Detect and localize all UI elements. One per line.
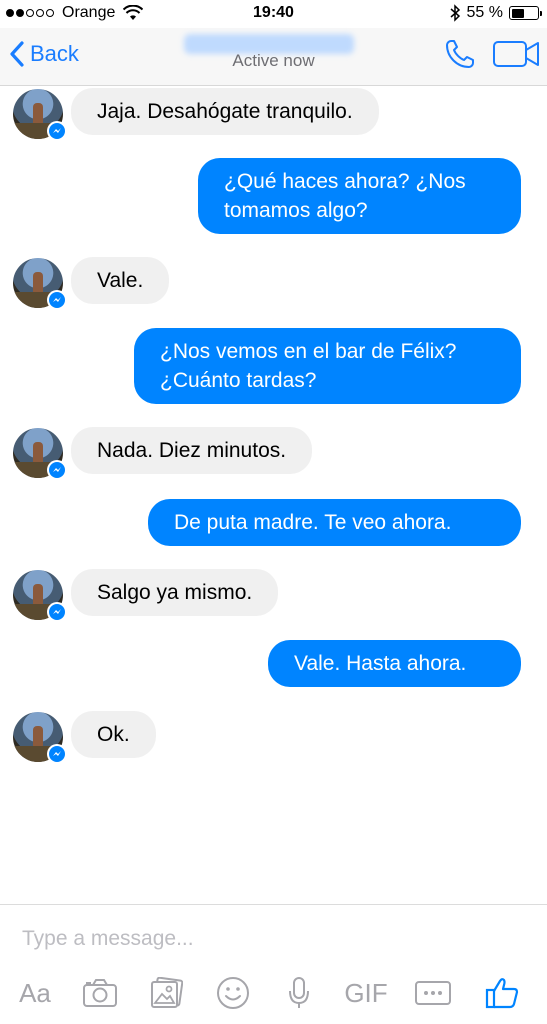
contact-avatar[interactable] xyxy=(13,89,67,141)
photo-gallery-icon xyxy=(151,977,183,1008)
video-camera-icon[interactable] xyxy=(492,38,540,70)
battery-percentage: 55 % xyxy=(466,4,503,21)
incoming-message[interactable]: Nada. Diez minutos. xyxy=(71,427,313,474)
signal-strength-icon xyxy=(6,9,54,17)
photo-gallery-button[interactable] xyxy=(148,973,184,1013)
composer: Aa xyxy=(0,904,547,1024)
incoming-message[interactable]: Jaja. Desahógate tranquilo. xyxy=(71,88,379,135)
contact-avatar[interactable] xyxy=(13,570,67,622)
battery-level xyxy=(511,8,524,18)
message-line: ¿Cuánto tardas? xyxy=(160,369,317,392)
gif-button[interactable]: GIF xyxy=(342,973,390,1013)
messenger-badge-icon xyxy=(47,121,67,141)
bluetooth-icon xyxy=(450,4,460,22)
microphone-icon xyxy=(289,977,309,1008)
emoji-button[interactable] xyxy=(215,973,251,1013)
messenger-badge-icon xyxy=(47,602,67,622)
thumbs-up-icon xyxy=(485,978,519,1009)
wifi-icon xyxy=(123,5,144,20)
message-list[interactable]: Jaja. Desahógate tranquilo. ¿Qué haces a… xyxy=(0,86,547,904)
conversation-header: Back Active now xyxy=(0,28,547,86)
carrier-label: Orange xyxy=(62,4,116,21)
status-right: 55 % xyxy=(449,4,542,22)
back-label: Back xyxy=(30,41,79,66)
messenger-badge-icon xyxy=(47,744,67,764)
like-button[interactable] xyxy=(482,973,522,1013)
outgoing-message[interactable]: Vale. Hasta ahora. xyxy=(268,640,521,687)
back-chevron-icon xyxy=(10,41,24,67)
phone-icon[interactable] xyxy=(444,38,476,70)
back-button[interactable]: Back xyxy=(8,40,79,68)
camera-icon xyxy=(83,979,117,1007)
text-style-label: Aa xyxy=(19,977,51,1008)
contact-avatar[interactable] xyxy=(13,258,67,310)
message-input[interactable] xyxy=(22,921,522,957)
incoming-message[interactable]: Ok. xyxy=(71,711,156,758)
status-left: Orange xyxy=(6,4,144,22)
battery-icon xyxy=(509,6,542,20)
incoming-message[interactable]: Vale. xyxy=(71,257,170,304)
message-line: tomamos algo? xyxy=(224,199,368,222)
camera-button[interactable] xyxy=(80,973,120,1013)
contact-avatar[interactable] xyxy=(13,712,67,764)
contact-avatar[interactable] xyxy=(13,428,67,480)
outgoing-message[interactable]: ¿Nos vemos en el bar de Félix? ¿Cuánto t… xyxy=(134,328,521,404)
outgoing-message[interactable]: De puta madre. Te veo ahora. xyxy=(148,499,521,546)
status-bar: Orange 19:40 55 % xyxy=(0,0,547,28)
messenger-badge-icon xyxy=(47,460,67,480)
microphone-button[interactable] xyxy=(284,973,314,1013)
message-line: ¿Qué haces ahora? ¿Nos xyxy=(224,170,466,193)
composer-toolbar: Aa GIF xyxy=(0,969,547,1017)
contact-name-blurred[interactable] xyxy=(184,34,354,54)
text-style-button[interactable]: Aa xyxy=(14,973,56,1013)
emoji-icon xyxy=(217,977,249,1009)
outgoing-message[interactable]: ¿Qué haces ahora? ¿Nos tomamos algo? xyxy=(198,158,521,234)
incoming-message[interactable]: Salgo ya mismo. xyxy=(71,569,279,616)
message-line: ¿Nos vemos en el bar de Félix? xyxy=(160,340,457,363)
more-icon xyxy=(415,981,451,1005)
gif-label: GIF xyxy=(344,977,388,1008)
more-button[interactable] xyxy=(413,973,453,1013)
messenger-badge-icon xyxy=(47,290,67,310)
